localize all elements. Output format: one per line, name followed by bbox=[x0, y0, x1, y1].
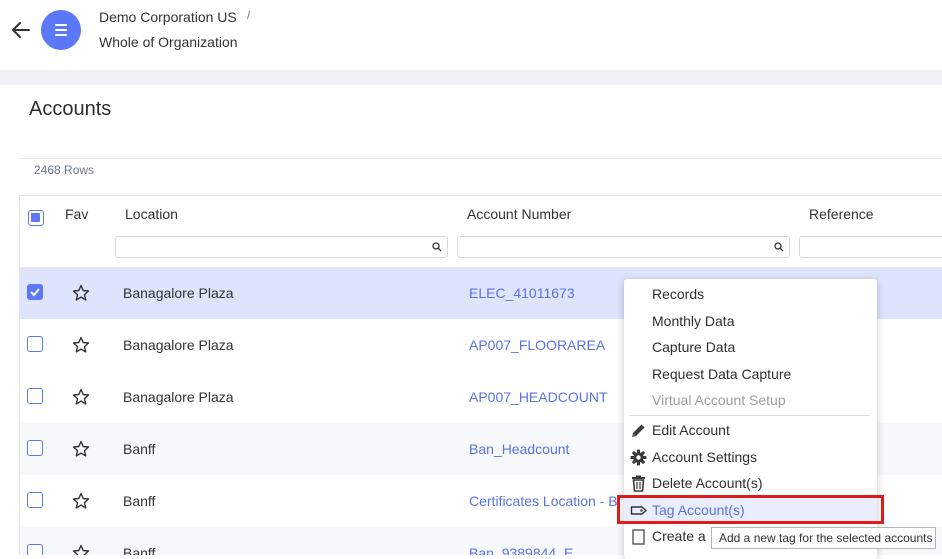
menu-item-label: Virtual Account Setup bbox=[652, 392, 786, 408]
menu-item-virtual-account-setup: Virtual Account Setup bbox=[624, 387, 877, 413]
account-number-link[interactable]: AP007_FLOORAREA bbox=[469, 337, 605, 353]
menu-item-label: Delete Account(s) bbox=[652, 475, 763, 491]
column-header-fav[interactable]: Fav bbox=[65, 206, 88, 222]
pencil-icon bbox=[632, 424, 645, 437]
search-icon bbox=[774, 242, 784, 252]
check-icon bbox=[30, 288, 40, 297]
account-number-filter-input[interactable] bbox=[457, 236, 790, 258]
star-icon[interactable] bbox=[72, 336, 90, 354]
menu-separator bbox=[630, 415, 870, 416]
row-checkbox[interactable] bbox=[27, 284, 43, 300]
row-checkbox[interactable] bbox=[27, 440, 43, 456]
menu-item-capture-data[interactable]: Capture Data bbox=[624, 334, 877, 360]
account-number-link[interactable]: AP007_HEADCOUNT bbox=[469, 389, 608, 405]
menu-item-label: Account Settings bbox=[652, 449, 758, 465]
menu-item-label: Monthly Data bbox=[652, 313, 735, 329]
location-cell: Banff bbox=[123, 493, 156, 509]
back-arrow-icon[interactable] bbox=[10, 19, 32, 41]
menu-item-monthly-data[interactable]: Monthly Data bbox=[624, 308, 877, 334]
select-all-checkbox[interactable] bbox=[28, 210, 44, 226]
row-count: 2468 Rows bbox=[34, 163, 95, 177]
menu-item-request-data-capture[interactable]: Request Data Capture bbox=[624, 361, 877, 387]
row-checkbox[interactable] bbox=[27, 336, 43, 352]
page-title: Accounts bbox=[29, 98, 112, 120]
star-icon[interactable] bbox=[72, 440, 90, 458]
account-number-link[interactable]: Ban_Headcount bbox=[469, 441, 569, 457]
trash-icon bbox=[632, 475, 645, 492]
top-bar: Demo Corporation US / Whole of Organizat… bbox=[0, 0, 942, 70]
menu-item-label: Request Data Capture bbox=[652, 366, 792, 382]
divider bbox=[18, 158, 942, 159]
search-icon bbox=[432, 242, 442, 252]
organization-name[interactable]: Demo Corporation US bbox=[99, 9, 237, 25]
menu-item-records[interactable]: Records bbox=[624, 281, 877, 307]
header-gutter bbox=[0, 70, 942, 85]
row-checkbox[interactable] bbox=[27, 388, 43, 404]
row-checkbox[interactable] bbox=[27, 544, 43, 555]
location-cell: Banff bbox=[123, 441, 156, 457]
column-header-account-number[interactable]: Account Number bbox=[467, 206, 571, 222]
menu-item-account-settings[interactable]: Account Settings bbox=[624, 444, 877, 470]
menu-item-edit-account[interactable]: Edit Account bbox=[624, 417, 877, 443]
star-icon[interactable] bbox=[72, 492, 90, 510]
column-header-location[interactable]: Location bbox=[125, 206, 178, 222]
menu-button[interactable] bbox=[41, 10, 81, 50]
highlight-box bbox=[617, 495, 884, 524]
location-cell: Banagalore Plaza bbox=[123, 337, 234, 353]
tooltip: Add a new tag for the selected accounts bbox=[711, 527, 936, 549]
star-icon[interactable] bbox=[72, 284, 90, 302]
organization-scope[interactable]: Whole of Organization bbox=[99, 34, 238, 50]
account-number-link[interactable]: ELEC_41011673 bbox=[469, 285, 575, 301]
menu-item-label: Records bbox=[652, 286, 705, 302]
location-filter-input[interactable] bbox=[115, 236, 448, 258]
grid-header: Fav Location Account Number Reference bbox=[20, 196, 942, 267]
location-cell: Banagalore Plaza bbox=[123, 285, 234, 301]
menu-icon bbox=[55, 24, 67, 26]
account-number-link[interactable]: Certificates Location - B bbox=[469, 493, 618, 509]
menu-item-label: Edit Account bbox=[652, 422, 730, 438]
menu-item-delete-accounts[interactable]: Delete Account(s) bbox=[624, 470, 877, 496]
menu-item-label: Capture Data bbox=[652, 339, 736, 355]
breadcrumb-separator: / bbox=[247, 8, 251, 22]
gear-icon bbox=[630, 449, 647, 466]
row-checkbox[interactable] bbox=[27, 492, 43, 508]
menu-item-label: Create a bbox=[652, 528, 706, 544]
reference-filter-input[interactable] bbox=[799, 236, 942, 258]
star-icon[interactable] bbox=[72, 544, 90, 555]
location-cell: Banagalore Plaza bbox=[123, 389, 234, 405]
star-icon[interactable] bbox=[72, 388, 90, 406]
column-header-reference[interactable]: Reference bbox=[809, 206, 874, 222]
copy-icon bbox=[632, 529, 645, 545]
